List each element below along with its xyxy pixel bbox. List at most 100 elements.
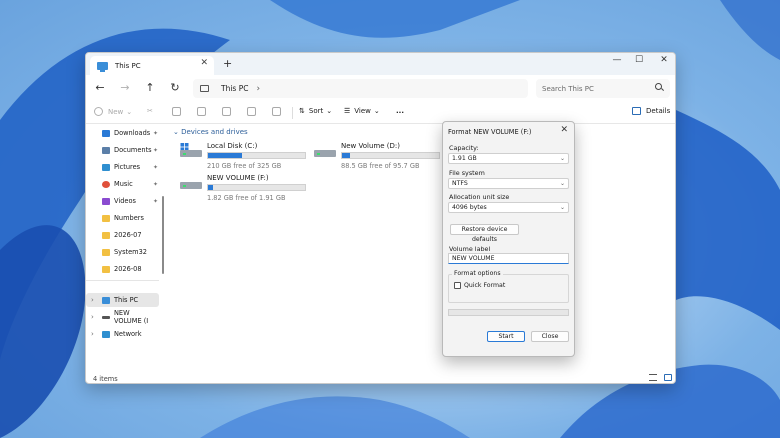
sidebar-item-label: Downloads: [114, 129, 151, 137]
view-label: View: [354, 107, 371, 115]
sidebar-item-label: 2026-08: [114, 265, 142, 273]
copy-icon[interactable]: [172, 107, 181, 116]
sidebar-item-new-volume[interactable]: › NEW VOLUME (I: [86, 309, 159, 325]
share-icon[interactable]: [247, 107, 256, 116]
forward-button[interactable]: →: [117, 81, 133, 94]
file-system-label: File system: [449, 169, 485, 177]
capacity-label: Capacity:: [449, 144, 479, 152]
drive-usage-bar: [207, 152, 306, 159]
chevron-down-icon: ⌄: [559, 155, 565, 162]
drive-free-space: 88.5 GB free of 95.7 GB: [341, 162, 420, 170]
sidebar-item-2026-07[interactable]: 2026-07: [86, 228, 159, 242]
maximize-button[interactable]: ☐: [625, 55, 653, 65]
new-tab-button[interactable]: +: [223, 57, 232, 70]
rename-icon[interactable]: [222, 107, 231, 116]
volume-label-field[interactable]: NEW VOLUME: [448, 253, 569, 264]
dialog-close-icon[interactable]: ✕: [560, 125, 568, 135]
allocation-size-label: Allocation unit size: [449, 193, 510, 201]
details-button[interactable]: Details: [632, 107, 670, 115]
tiles-view-icon[interactable]: [664, 374, 672, 381]
download-icon: [102, 129, 110, 137]
search-placeholder: Search This PC: [542, 84, 594, 93]
navigation-pane: Downloads ✦ Documents ✦ Pictures ✦ Music…: [86, 124, 164, 374]
picture-icon: [102, 163, 110, 171]
drive-f[interactable]: NEW VOLUME (F:) 1.82 GB free of 1.91 GB: [180, 174, 310, 204]
sidebar-item-label: Numbers: [114, 214, 144, 222]
close-button[interactable]: Close: [531, 331, 569, 342]
address-bar[interactable]: This PC ›: [193, 79, 528, 98]
sidebar-item-pictures[interactable]: Pictures ✦: [86, 160, 159, 174]
format-options-label: Format options: [452, 270, 503, 277]
sidebar-item-2026-08[interactable]: 2026-08: [86, 262, 159, 276]
details-pane-icon: [632, 107, 641, 115]
chevron-right-icon[interactable]: ›: [91, 330, 94, 338]
pin-icon: ✦: [152, 163, 158, 171]
pin-icon: ✦: [152, 146, 158, 154]
close-tab-icon[interactable]: ✕: [200, 58, 208, 68]
tab-label: This PC: [115, 61, 141, 70]
drive-icon: [102, 315, 110, 319]
toolbar-divider: [292, 107, 293, 119]
sidebar-item-videos[interactable]: Videos ✦: [86, 194, 159, 208]
drive-c[interactable]: Local Disk (C:) 210 GB free of 325 GB: [180, 142, 310, 172]
more-options-button[interactable]: ...: [396, 107, 404, 115]
sidebar-item-system32[interactable]: System32: [86, 245, 159, 259]
sidebar-item-label: System32: [114, 248, 147, 256]
network-icon: [102, 330, 110, 338]
format-dialog: Format NEW VOLUME (F:) ✕ Capacity: 1.91 …: [442, 121, 575, 357]
file-explorer-window: This PC ✕ + — ☐ ✕ ← → ↑ ↻ This PC › Sear…: [85, 52, 676, 384]
capacity-select[interactable]: 1.91 GB ⌄: [448, 153, 569, 164]
details-label: Details: [646, 107, 671, 115]
pin-icon: ✦: [152, 180, 158, 188]
folder-icon: [102, 214, 110, 222]
close-window-button[interactable]: ✕: [650, 55, 675, 65]
drive-free-space: 210 GB free of 325 GB: [207, 162, 282, 170]
drive-d[interactable]: New Volume (D:) 88.5 GB free of 95.7 GB: [314, 142, 444, 172]
back-button[interactable]: ←: [92, 81, 108, 94]
section-header-devices[interactable]: ⌄ Devices and drives: [173, 128, 248, 136]
sidebar-item-numbers[interactable]: Numbers: [86, 211, 159, 225]
search-input[interactable]: Search This PC: [536, 79, 670, 98]
quick-format-checkbox[interactable]: [454, 282, 461, 289]
drive-icon: [180, 178, 202, 190]
drive-icon: [180, 143, 202, 158]
sidebar-item-music[interactable]: Music ✦: [86, 177, 159, 191]
drive-usage-bar: [341, 152, 440, 159]
allocation-size-select[interactable]: 4096 bytes ⌄: [448, 202, 569, 213]
sidebar-item-this-pc[interactable]: › This PC: [86, 293, 159, 307]
plus-circle-icon: [94, 107, 103, 116]
allocation-size-value: 4096 bytes: [452, 204, 487, 211]
computer-icon: [200, 85, 209, 92]
status-item-count: 4 items: [93, 375, 118, 383]
drive-icon: [314, 146, 336, 158]
sidebar-item-label: NEW VOLUME (I: [114, 309, 149, 325]
view-button[interactable]: ☰ View ⌄: [344, 107, 380, 115]
paste-icon[interactable]: [197, 107, 206, 116]
refresh-button[interactable]: ↻: [167, 81, 183, 94]
file-system-select[interactable]: NTFS ⌄: [448, 178, 569, 189]
sidebar-item-downloads[interactable]: Downloads ✦: [86, 126, 159, 140]
chevron-down-icon: ⌄: [559, 204, 565, 211]
format-options-group: Format options Quick Format: [448, 270, 569, 303]
drive-name: NEW VOLUME (F:): [207, 174, 269, 182]
sort-button[interactable]: ⇅ Sort ⌄: [299, 107, 332, 115]
chevron-right-icon[interactable]: ›: [91, 296, 94, 304]
sidebar-item-documents[interactable]: Documents ✦: [86, 143, 159, 157]
list-view-icon[interactable]: [649, 374, 657, 381]
delete-icon[interactable]: [272, 107, 281, 116]
new-button[interactable]: New ⌄: [94, 107, 132, 116]
start-button[interactable]: Start: [487, 331, 525, 342]
cut-icon[interactable]: ✂: [147, 107, 153, 115]
chevron-right-icon[interactable]: ›: [256, 84, 260, 94]
up-button[interactable]: ↑: [142, 81, 158, 94]
chevron-down-icon: ⌄: [559, 180, 565, 187]
folder-icon: [102, 265, 110, 273]
sidebar-item-label: Music: [114, 180, 133, 188]
restore-defaults-button[interactable]: Restore device defaults: [450, 224, 519, 243]
search-icon[interactable]: [655, 83, 662, 90]
tab-this-pc[interactable]: This PC ✕: [90, 56, 214, 75]
command-bar: New ⌄ ✂ ⇅ Sort ⌄ ☰ View ⌄ ... Details: [86, 102, 675, 124]
sidebar-scrollbar[interactable]: [162, 196, 164, 274]
sidebar-item-network[interactable]: › Network: [86, 327, 159, 341]
chevron-right-icon[interactable]: ›: [91, 313, 94, 321]
